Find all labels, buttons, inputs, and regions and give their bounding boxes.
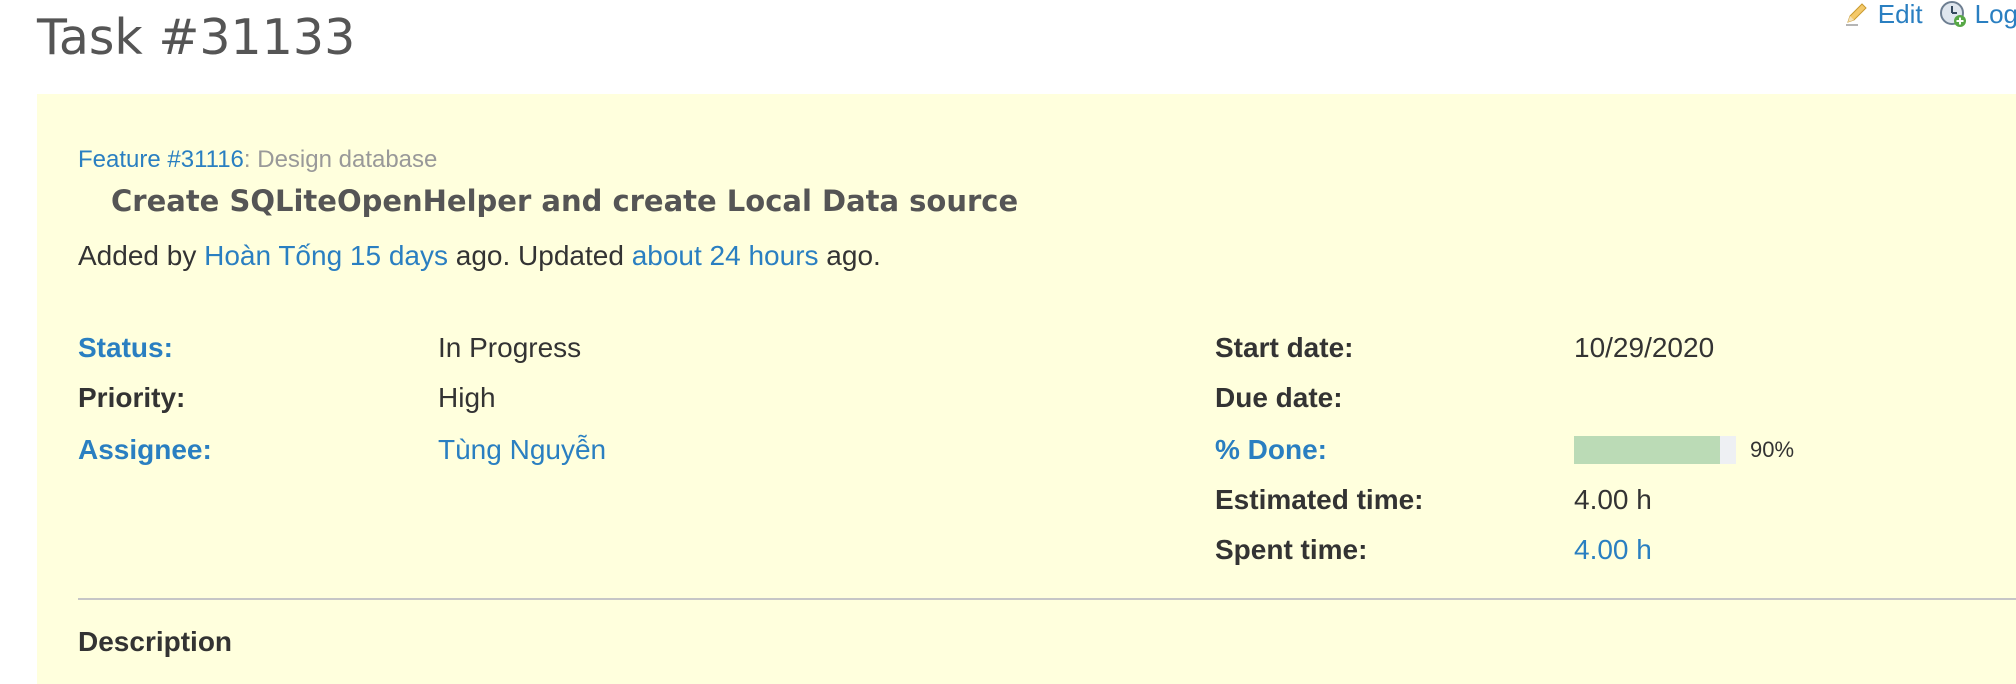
edit-button[interactable]: Edit — [1842, 0, 1923, 28]
estimated-time-label: Estimated time: — [1215, 484, 1424, 515]
estimated-time-row: Estimated time: — [1215, 484, 1424, 516]
author-link[interactable]: Hoàn Tống — [204, 240, 342, 271]
assignee-row: Assignee: — [78, 434, 212, 466]
updated-ago-link[interactable]: about 24 hours — [632, 240, 819, 271]
priority-label: Priority: — [78, 382, 186, 413]
spent-time-link[interactable]: 4.00 h — [1574, 534, 1652, 565]
progress-fill — [1574, 436, 1720, 464]
parent-issue-link[interactable]: Feature #31116 — [78, 146, 244, 173]
edit-label: Edit — [1877, 0, 1923, 29]
contextual-toolbar: Edit Log — [1826, 0, 2016, 28]
parent-separator: : — [243, 146, 251, 173]
start-date-row: Start date: — [1215, 332, 1353, 364]
assignee-label[interactable]: Assignee: — [78, 434, 212, 465]
added-ago-link[interactable]: 15 days — [350, 240, 448, 271]
priority-row: Priority: — [78, 382, 185, 414]
start-date-label: Start date: — [1215, 332, 1354, 363]
progress-track — [1574, 436, 1736, 464]
issue-subject: Create SQLiteOpenHelper and create Local… — [111, 184, 1019, 218]
estimated-time-value-cell: 4.00 h — [1574, 484, 1652, 516]
log-time-button[interactable]: Log — [1939, 0, 2016, 28]
start-date-value: 10/29/2020 — [1574, 332, 1715, 363]
parent-issue-title: Design database — [257, 146, 438, 173]
due-date-row: Due date: — [1215, 382, 1343, 414]
status-label[interactable]: Status: — [78, 332, 173, 363]
due-date-label: Due date: — [1215, 382, 1343, 413]
author-prefix: Added by — [78, 240, 197, 271]
estimated-time-value: 4.00 h — [1574, 484, 1652, 515]
issue-page: Task #31133 Edit Log Feature #31116: Des… — [0, 0, 2016, 684]
log-label: Log — [1974, 0, 2016, 29]
start-date-value-cell: 10/29/2020 — [1574, 332, 1714, 364]
description-heading: Description — [78, 626, 233, 657]
assignee-value-cell: Tùng Nguyễn — [438, 434, 606, 466]
status-value: In Progress — [438, 332, 582, 363]
clock-add-icon — [1939, 0, 1967, 28]
spent-time-label: Spent time: — [1215, 534, 1368, 565]
status-row: Status: — [78, 332, 173, 364]
spent-time-value-cell: 4.00 h — [1574, 534, 1652, 566]
status-value-cell: In Progress — [438, 332, 581, 364]
done-ratio-label[interactable]: % Done: — [1215, 434, 1327, 465]
done-ratio-row: % Done: — [1215, 434, 1327, 466]
parent-issue: Feature #31116: Design database — [78, 146, 437, 174]
progress-percent: 90% — [1750, 437, 1795, 462]
author-middle: ago. Updated — [455, 240, 624, 271]
author-suffix: ago. — [826, 240, 881, 271]
priority-value-cell: High — [438, 382, 496, 414]
page-title: Task #31133 — [37, 9, 356, 66]
assignee-link[interactable]: Tùng Nguyễn — [438, 434, 606, 465]
priority-value: High — [438, 382, 496, 413]
done-ratio-progress: 90% — [1574, 436, 1794, 464]
attributes-divider — [78, 598, 2016, 600]
issue-details-box: Feature #31116: Design database Create S… — [37, 94, 2016, 684]
author-line: Added by Hoàn Tống 15 days ago. Updated … — [78, 240, 881, 272]
spent-time-row: Spent time: — [1215, 534, 1367, 566]
pencil-icon — [1842, 0, 1870, 28]
